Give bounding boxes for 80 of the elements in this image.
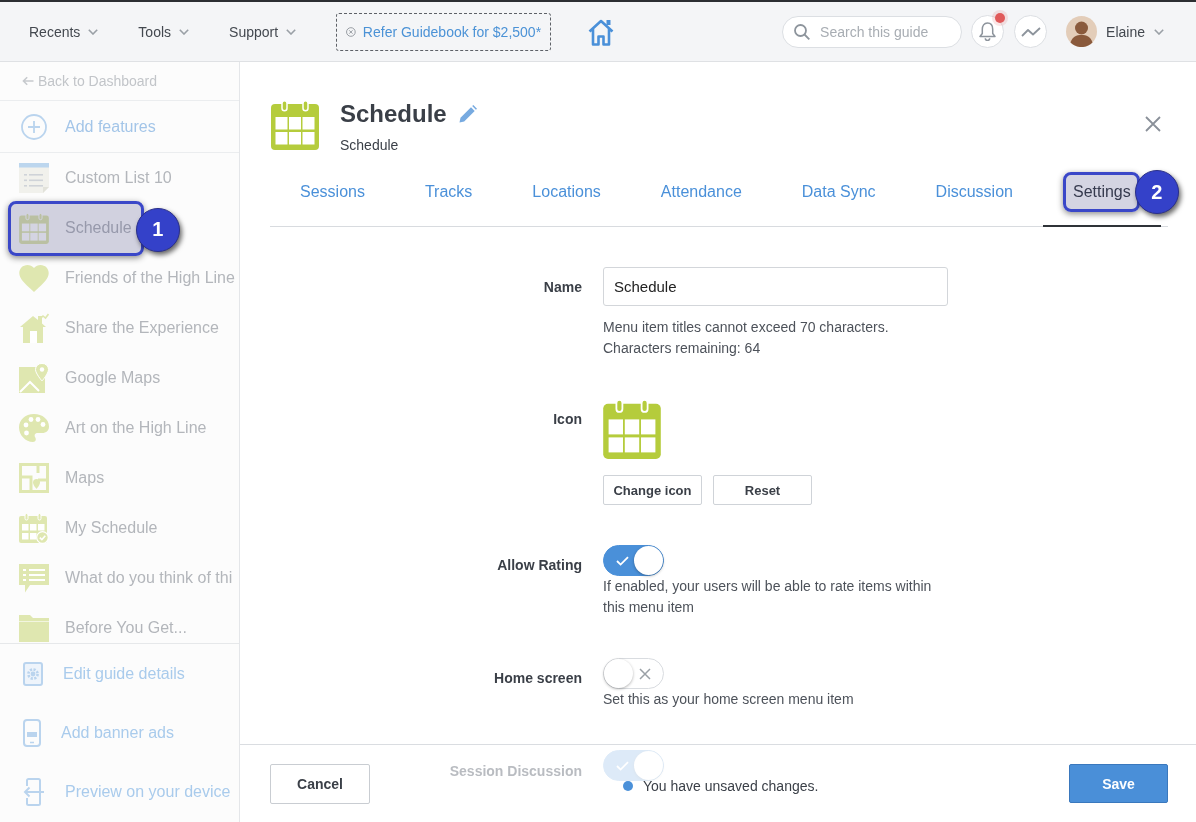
help-text: Set this as your home screen menu item xyxy=(603,690,854,709)
gear-card-icon xyxy=(23,661,43,686)
trend-line-icon xyxy=(1020,26,1041,37)
field-label: Name xyxy=(542,278,582,296)
tab[interactable]: Data Sync xyxy=(801,183,876,201)
arrow-left-icon xyxy=(22,76,34,86)
tab[interactable]: Sessions xyxy=(300,183,365,201)
chevron-down-icon xyxy=(88,28,99,35)
page-title: Schedule xyxy=(340,100,447,128)
toggle-switch[interactable] xyxy=(603,545,664,576)
calendar-check-icon xyxy=(19,512,49,544)
activity-button[interactable] xyxy=(1014,15,1048,48)
callout-badge: 2 xyxy=(1134,170,1179,214)
tab[interactable]: Settings xyxy=(1072,183,1131,201)
cancel-button[interactable]: Cancel xyxy=(270,763,370,804)
nav-menu-button[interactable]: Recents xyxy=(29,23,99,40)
tab[interactable]: Locations xyxy=(532,183,601,201)
close-icon[interactable] xyxy=(1145,116,1161,132)
tab[interactable]: Attendance xyxy=(660,183,742,201)
action-button[interactable]: Reset xyxy=(713,475,812,505)
referral-link[interactable]: Refer Guidebook for $2,500* xyxy=(336,12,552,51)
chevron-down-icon xyxy=(179,28,190,35)
chevron-down-icon xyxy=(1154,28,1164,35)
action-button[interactable]: Change icon xyxy=(603,475,702,505)
phone-arrow-icon xyxy=(23,778,45,807)
field-label: Session Discussion xyxy=(448,762,582,780)
status-text: You have unsaved changes. xyxy=(643,778,819,794)
check-icon xyxy=(616,760,629,771)
house-icon xyxy=(19,313,49,343)
search-icon xyxy=(794,23,811,40)
user-menu-button[interactable]: Elaine xyxy=(1106,23,1164,40)
sidebar-item[interactable]: Before You Get... xyxy=(19,614,187,642)
folder-icon xyxy=(19,614,49,642)
notification-button[interactable] xyxy=(971,15,1005,48)
tab[interactable]: Tracks xyxy=(424,183,473,201)
field-label: Allow Rating xyxy=(496,556,582,574)
home-icon[interactable] xyxy=(588,17,615,46)
check-icon xyxy=(616,555,629,566)
calendar-icon xyxy=(19,212,49,244)
chevron-down-icon xyxy=(286,28,297,35)
x-icon xyxy=(639,667,651,680)
sidebar-item[interactable]: Custom List 10 xyxy=(19,163,172,193)
field-label: Icon xyxy=(552,410,582,428)
phone-icon xyxy=(23,719,41,747)
text-input[interactable]: Schedule xyxy=(603,267,948,306)
sidebar-item[interactable]: What do you think of thi xyxy=(19,563,233,593)
palette-icon xyxy=(19,414,49,442)
sidebar-item[interactable]: Google Maps xyxy=(19,363,161,393)
save-button[interactable]: Save xyxy=(1069,764,1168,803)
chat-list-icon xyxy=(19,563,49,593)
help-text: Characters remaining: 64 xyxy=(603,339,761,358)
help-text: Menu item titles cannot exceed 70 characters. xyxy=(603,318,889,337)
nav-menu-button[interactable]: Support xyxy=(229,23,297,40)
sidebar-item[interactable]: Share the Experience xyxy=(19,313,219,343)
user-avatar[interactable] xyxy=(1066,16,1098,47)
list-icon xyxy=(19,163,49,193)
sidebar-item[interactable]: My Schedule xyxy=(19,512,158,544)
search-field[interactable]: Search this guide xyxy=(782,15,963,48)
sidebar-item[interactable]: Maps xyxy=(19,463,105,493)
map-pin-icon xyxy=(19,363,49,393)
calendar-icon xyxy=(603,399,661,459)
callout-badge: 1 xyxy=(135,207,180,252)
floor-plan-icon xyxy=(19,463,49,493)
edit-icon[interactable] xyxy=(458,105,477,123)
circle-x-icon[interactable] xyxy=(346,24,356,39)
bell-icon xyxy=(979,22,997,41)
page-subtitle: Schedule xyxy=(340,136,400,154)
back-link[interactable]: Back to Dashboard xyxy=(22,73,158,89)
status-dot-icon xyxy=(623,781,633,791)
calendar-icon xyxy=(271,100,319,150)
add-features-link[interactable]: Add features xyxy=(21,113,156,140)
sidebar-item[interactable]: Friends of the High Line xyxy=(19,264,235,292)
plus-circle-icon xyxy=(21,113,47,140)
field-label: Home screen xyxy=(493,669,582,687)
sidebar-item[interactable]: Schedule xyxy=(19,212,132,244)
tab[interactable]: Discussion xyxy=(935,183,1013,201)
heart-icon xyxy=(19,264,49,292)
help-text: If enabled, your users will be able to rate items within this menu item xyxy=(603,577,933,617)
sidebar-item[interactable]: Art on the High Line xyxy=(19,414,207,442)
nav-menu-button[interactable]: Tools xyxy=(138,23,190,40)
